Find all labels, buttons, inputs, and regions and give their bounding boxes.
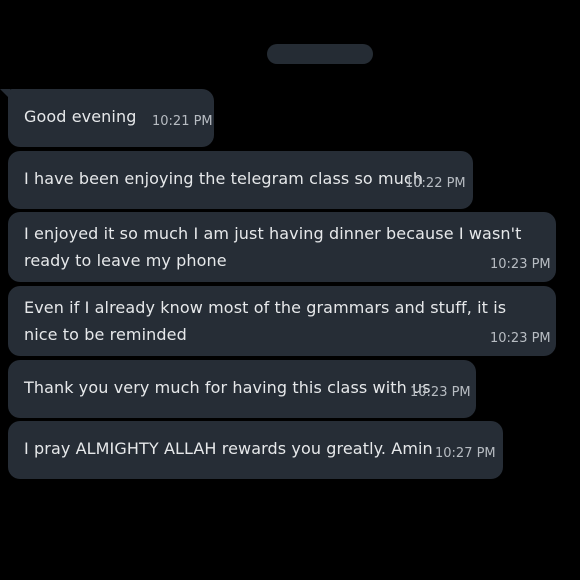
message-time: 10:27 PM <box>435 446 496 461</box>
message-text: Good evening <box>24 107 137 126</box>
message-text: Even if I already know most of the gramm… <box>24 298 507 344</box>
message-time: 10:21 PM <box>152 114 213 129</box>
message-time: 10:22 PM <box>405 176 466 191</box>
chat-view: Good evening 10:21 PM I have been enjoyi… <box>0 0 580 580</box>
message-bubble[interactable]: Good evening 10:21 PM <box>0 89 214 147</box>
message-time: 10:23 PM <box>490 331 551 346</box>
message-text: I pray ALMIGHTY ALLAH rewards you greatl… <box>24 439 433 458</box>
message-time: 10:23 PM <box>410 385 471 400</box>
date-header-pill <box>267 44 373 64</box>
message-time: 10:23 PM <box>490 257 551 272</box>
message-bubble[interactable]: I enjoyed it so much I am just having di… <box>8 212 556 282</box>
bubble-tail <box>0 89 10 99</box>
message-text: I enjoyed it so much I am just having di… <box>24 224 522 270</box>
message-text: Thank you very much for having this clas… <box>24 378 431 397</box>
message-text: I have been enjoying the telegram class … <box>24 169 424 188</box>
message-bubble[interactable]: I have been enjoying the telegram class … <box>8 151 473 209</box>
message-bubble[interactable]: I pray ALMIGHTY ALLAH rewards you greatl… <box>8 421 503 479</box>
message-bubble[interactable]: Thank you very much for having this clas… <box>8 360 476 418</box>
message-bubble[interactable]: Even if I already know most of the gramm… <box>8 286 556 356</box>
